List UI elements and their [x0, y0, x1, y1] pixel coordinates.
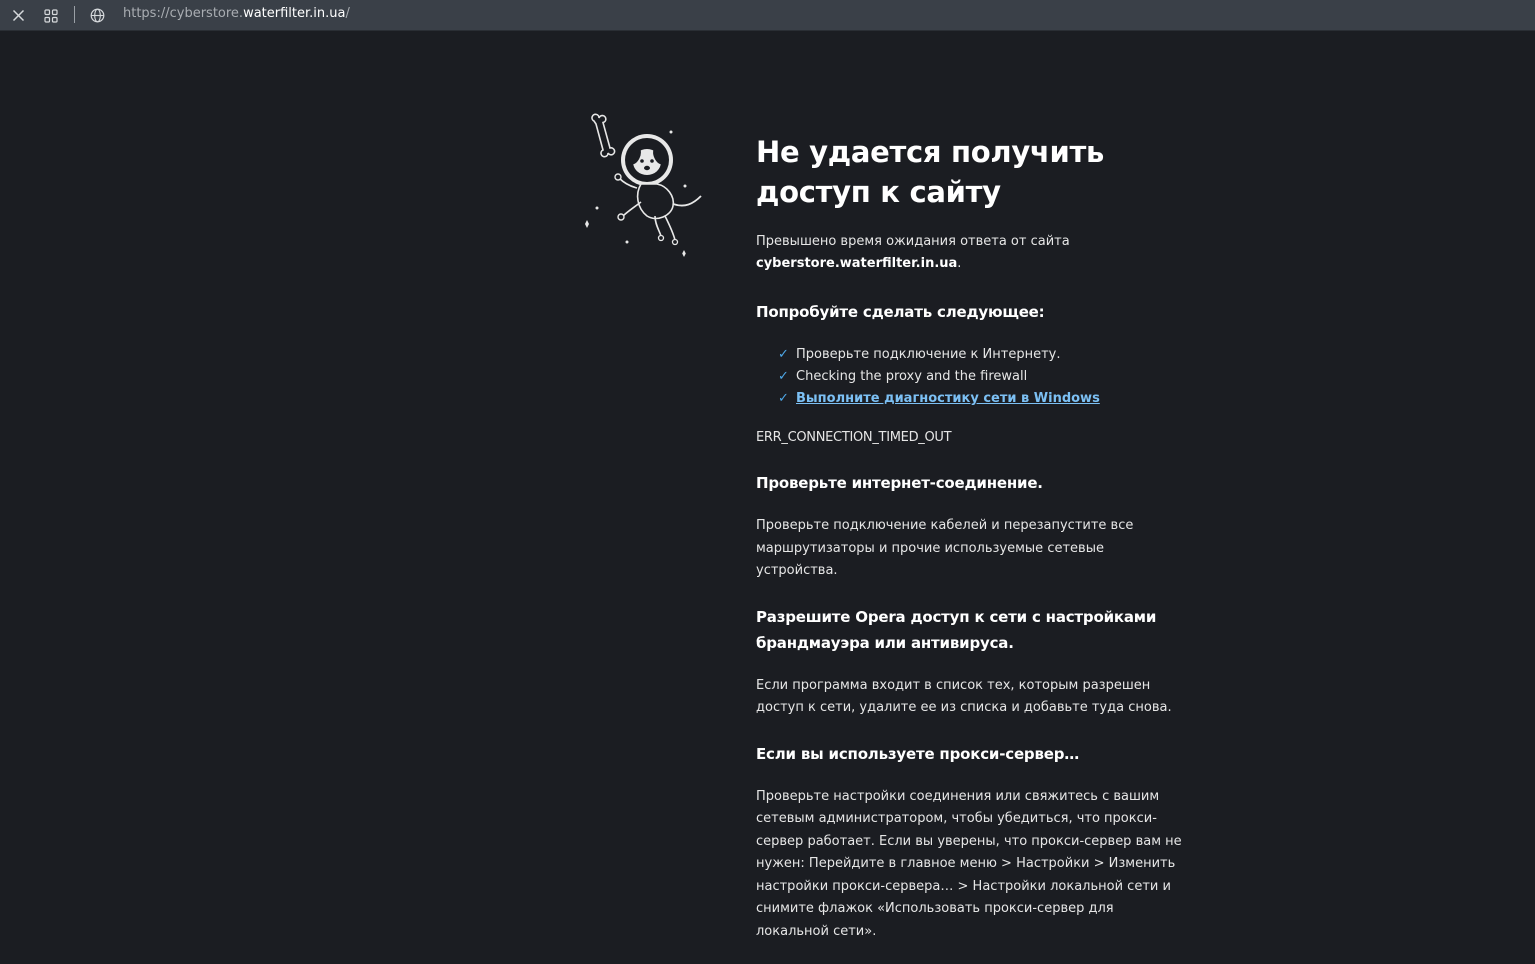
url-path: /: [345, 6, 350, 21]
list-item: ✓ Выполните диагностику сети в Windows: [778, 388, 1186, 410]
network-diagnostics-link[interactable]: Выполните диагностику сети в Windows: [796, 391, 1100, 406]
list-item: ✓ Checking the proxy and the firewall: [778, 366, 1186, 388]
error-content: Не удается получить доступ к сайту Превы…: [756, 132, 1186, 943]
tips-list: ✓ Проверьте подключение к Интернету. ✓ C…: [778, 344, 1186, 410]
description-host: cyberstore.waterfilter.in.ua: [756, 256, 958, 271]
list-item: ✓ Проверьте подключение к Интернету.: [778, 344, 1186, 366]
section-body-connection: Проверьте подключение кабелей и перезапу…: [756, 518, 1134, 578]
tip-text: Проверьте подключение к Интернету.: [796, 347, 1061, 362]
globe-icon[interactable]: [90, 0, 108, 31]
tip-text: Checking the proxy and the firewall: [796, 369, 1028, 384]
description-prefix: Превышено время ожидания ответа от сайта: [756, 234, 1070, 249]
section-body-proxy: Проверьте настройки соединения или свяжи…: [756, 788, 1182, 939]
url-domain: waterfilter.in.ua: [243, 6, 346, 21]
tabs-grid-icon[interactable]: [44, 0, 62, 31]
section-heading-proxy: Если вы используете прокси-сервер…: [756, 744, 1080, 763]
error-code: ERR_CONNECTION_TIMED_OUT: [756, 430, 952, 445]
toolbar-divider: [74, 6, 75, 23]
url-text[interactable]: https://cyberstore.waterfilter.in.ua/: [123, 0, 350, 27]
checkmark-icon: ✓: [778, 391, 789, 406]
checkmark-icon: ✓: [778, 369, 789, 384]
url-subdomain: cyberstore.: [169, 6, 244, 21]
astronaut-dog-illustration: [575, 112, 715, 262]
page-title: Не удается получить доступ к сайту: [756, 135, 1105, 209]
section-heading-connection: Проверьте интернет-соединение.: [756, 474, 1043, 492]
try-heading: Попробуйте сделать следующее:: [756, 303, 1045, 321]
section-heading-firewall: Разрешите Opera доступ к сети с настройк…: [756, 607, 1157, 652]
url-scheme: https://: [123, 6, 170, 21]
description-suffix: .: [957, 256, 962, 271]
checkmark-icon: ✓: [778, 347, 789, 362]
address-bar: https://cyberstore.waterfilter.in.ua/: [0, 0, 1535, 31]
error-description: Превышено время ожидания ответа от сайта…: [756, 231, 1186, 275]
section-body-firewall: Если программа входит в список тех, кото…: [756, 677, 1172, 716]
close-icon[interactable]: [12, 0, 30, 31]
